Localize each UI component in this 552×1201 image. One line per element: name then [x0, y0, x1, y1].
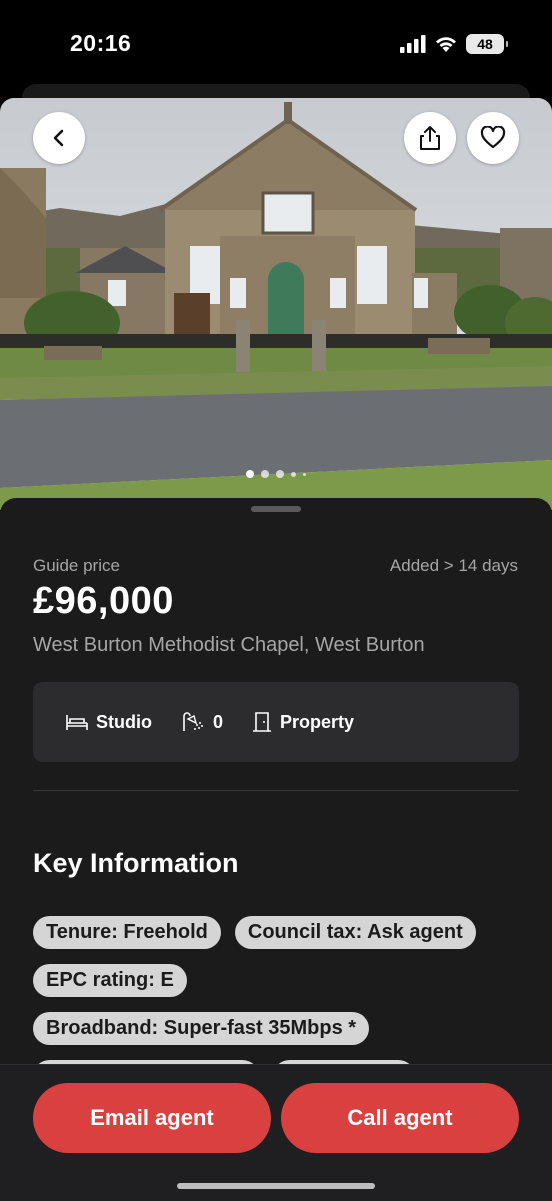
pagination-dot[interactable] [276, 470, 284, 478]
pagination-dot[interactable] [291, 471, 296, 477]
battery-level: 48 [477, 36, 493, 52]
feature-type-label: Property [280, 711, 355, 732]
shower-icon [183, 712, 203, 731]
status-icons: 48 [400, 34, 508, 54]
status-bar: 20:16 48 [0, 0, 552, 88]
chevron-left-icon [53, 129, 64, 147]
price-label: Guide price [33, 556, 120, 575]
tag-tenure[interactable]: Tenure: Freehold [33, 916, 221, 949]
key-information-title: Key Information [33, 848, 239, 878]
share-icon [420, 126, 440, 150]
favourite-button[interactable] [467, 112, 519, 164]
tag-broadband[interactable]: Broadband: Super-fast 35Mbps * [33, 1012, 370, 1045]
pagination-dot[interactable] [303, 472, 306, 476]
feature-summary: Studio 0 Property [33, 682, 519, 762]
feature-bedrooms: Studio [65, 712, 152, 733]
gallery-pagination [0, 470, 552, 478]
feature-bathrooms: 0 [180, 711, 223, 733]
bed-icon [66, 715, 88, 730]
wifi-icon [436, 37, 456, 52]
price: £96,000 [33, 580, 174, 622]
pagination-dot[interactable] [246, 470, 254, 478]
property-address: West Burton Methodist Chapel, West Burto… [33, 634, 425, 656]
feature-bedrooms-label: Studio [96, 711, 152, 732]
tag-epc-rating[interactable]: EPC rating: E [33, 964, 187, 997]
feature-bathrooms-label: 0 [213, 711, 224, 732]
home-indicator[interactable] [177, 1183, 375, 1189]
chapel-photo-illustration [0, 98, 552, 510]
signal-icon [400, 35, 426, 53]
email-agent-button[interactable]: Email agent [33, 1083, 271, 1153]
added-date: Added > 14 days [389, 556, 518, 575]
share-button[interactable] [404, 112, 456, 164]
battery-icon: 48 [466, 34, 508, 54]
feature-type: Property [251, 711, 354, 733]
divider [33, 790, 519, 791]
bottom-action-bar: Email agent Call agent [0, 1064, 552, 1201]
status-time: 20:16 [70, 30, 132, 56]
call-agent-button[interactable]: Call agent [281, 1083, 519, 1153]
property-photo[interactable] [0, 98, 552, 510]
heart-icon [480, 126, 506, 149]
pagination-dot[interactable] [261, 470, 269, 478]
back-button[interactable] [33, 112, 85, 164]
tag-council-tax[interactable]: Council tax: Ask agent [234, 916, 476, 949]
sheet-grabber[interactable] [251, 506, 301, 512]
door-icon [253, 712, 272, 732]
